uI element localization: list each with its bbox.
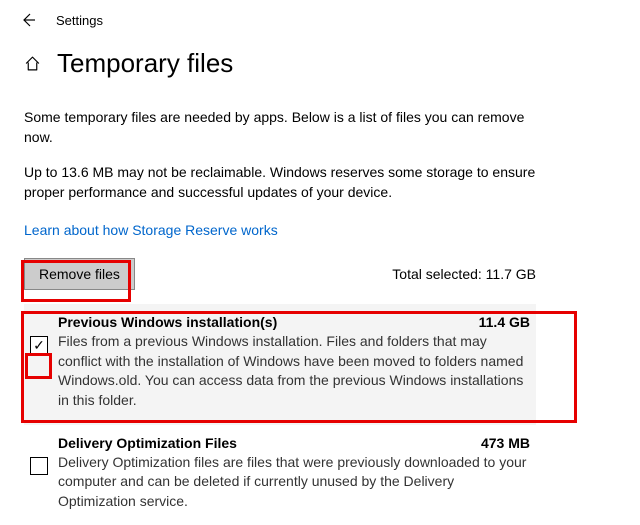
item-title: Delivery Optimization Files bbox=[58, 435, 237, 451]
storage-reserve-link[interactable]: Learn about how Storage Reserve works bbox=[24, 222, 278, 238]
list-item[interactable]: Delivery Optimization Files 473 MB Deliv… bbox=[24, 425, 536, 525]
desc-text-2: Up to 13.6 MB may not be reclaimable. Wi… bbox=[24, 162, 536, 203]
total-value: 11.7 GB bbox=[486, 266, 536, 282]
back-button[interactable] bbox=[20, 12, 36, 28]
item-desc: Files from a previous Windows installati… bbox=[58, 332, 530, 410]
total-prefix: Total selected: bbox=[392, 266, 485, 282]
remove-files-button[interactable]: Remove files bbox=[24, 258, 135, 290]
item-size: 473 MB bbox=[481, 435, 530, 451]
desc-text-1: Some temporary files are needed by apps.… bbox=[24, 107, 536, 148]
checkbox-previous-windows[interactable]: ✓ bbox=[30, 336, 48, 354]
item-desc: Delivery Optimization files are files th… bbox=[58, 453, 530, 512]
total-selected: Total selected: 11.7 GB bbox=[392, 266, 536, 282]
checkbox-delivery-optimization[interactable] bbox=[30, 457, 48, 475]
page-title: Temporary files bbox=[57, 48, 233, 79]
item-title: Previous Windows installation(s) bbox=[58, 314, 277, 330]
list-item[interactable]: ✓ Previous Windows installation(s) 11.4 … bbox=[24, 304, 536, 424]
home-icon[interactable] bbox=[24, 55, 41, 72]
settings-crumb: Settings bbox=[56, 13, 103, 28]
item-size: 11.4 GB bbox=[479, 314, 530, 330]
